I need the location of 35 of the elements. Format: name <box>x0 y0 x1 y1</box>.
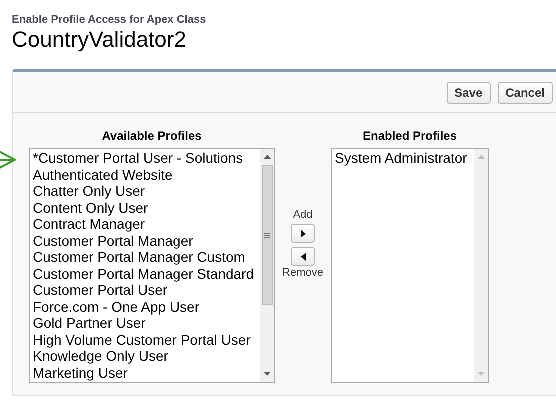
list-option[interactable]: Customer Portal Manager Custom <box>33 249 260 266</box>
list-option[interactable]: Customer Portal Manager <box>33 232 260 249</box>
list-option[interactable]: High Volume Customer Portal User <box>33 332 260 348</box>
list-option[interactable]: *Customer Portal User - Solutions <box>33 150 260 166</box>
list-option[interactable]: Contract Manager <box>33 216 260 232</box>
scrollbar[interactable] <box>260 149 274 382</box>
remove-label: Remove <box>282 266 324 280</box>
list-option[interactable]: Marketing User <box>33 364 260 381</box>
remove-button[interactable] <box>291 247 315 266</box>
grip-icon <box>264 232 270 238</box>
list-option[interactable]: System Administrator <box>335 150 474 166</box>
left-triangle-icon <box>300 252 306 260</box>
list-option[interactable]: Force.com - One App User <box>33 298 260 315</box>
action-button[interactable]: Cancel <box>498 82 553 104</box>
arrow-icon <box>0 150 16 170</box>
list-option[interactable]: Customer Portal Manager Standard <box>33 266 260 282</box>
scroll-down-icon[interactable] <box>264 372 270 376</box>
action-button[interactable]: Save <box>446 82 491 104</box>
list-heading: Available Profiles <box>102 129 202 143</box>
profile-list[interactable]: System Administrator <box>331 148 489 383</box>
right-triangle-icon <box>300 230 306 238</box>
list-option[interactable]: Content Only User <box>33 200 260 216</box>
page-subtitle: Enable Profile Access for Apex Class <box>12 13 208 27</box>
scroll-thumb[interactable] <box>262 165 272 305</box>
list-option[interactable]: Customer Portal User <box>33 282 260 298</box>
list-option[interactable]: Knowledge Only User <box>33 348 260 364</box>
list-option[interactable]: Gold Partner User <box>33 315 260 332</box>
add-button[interactable] <box>291 224 315 243</box>
add-label: Add <box>293 208 313 222</box>
page-title: CountryValidator2 <box>12 27 188 53</box>
list-heading: Enabled Profiles <box>362 129 458 143</box>
list-option[interactable]: Authenticated Website <box>33 166 260 183</box>
profile-list[interactable] <box>29 148 275 383</box>
list-option[interactable]: Chatter Only User <box>33 183 260 200</box>
scroll-up-icon[interactable] <box>264 155 270 159</box>
